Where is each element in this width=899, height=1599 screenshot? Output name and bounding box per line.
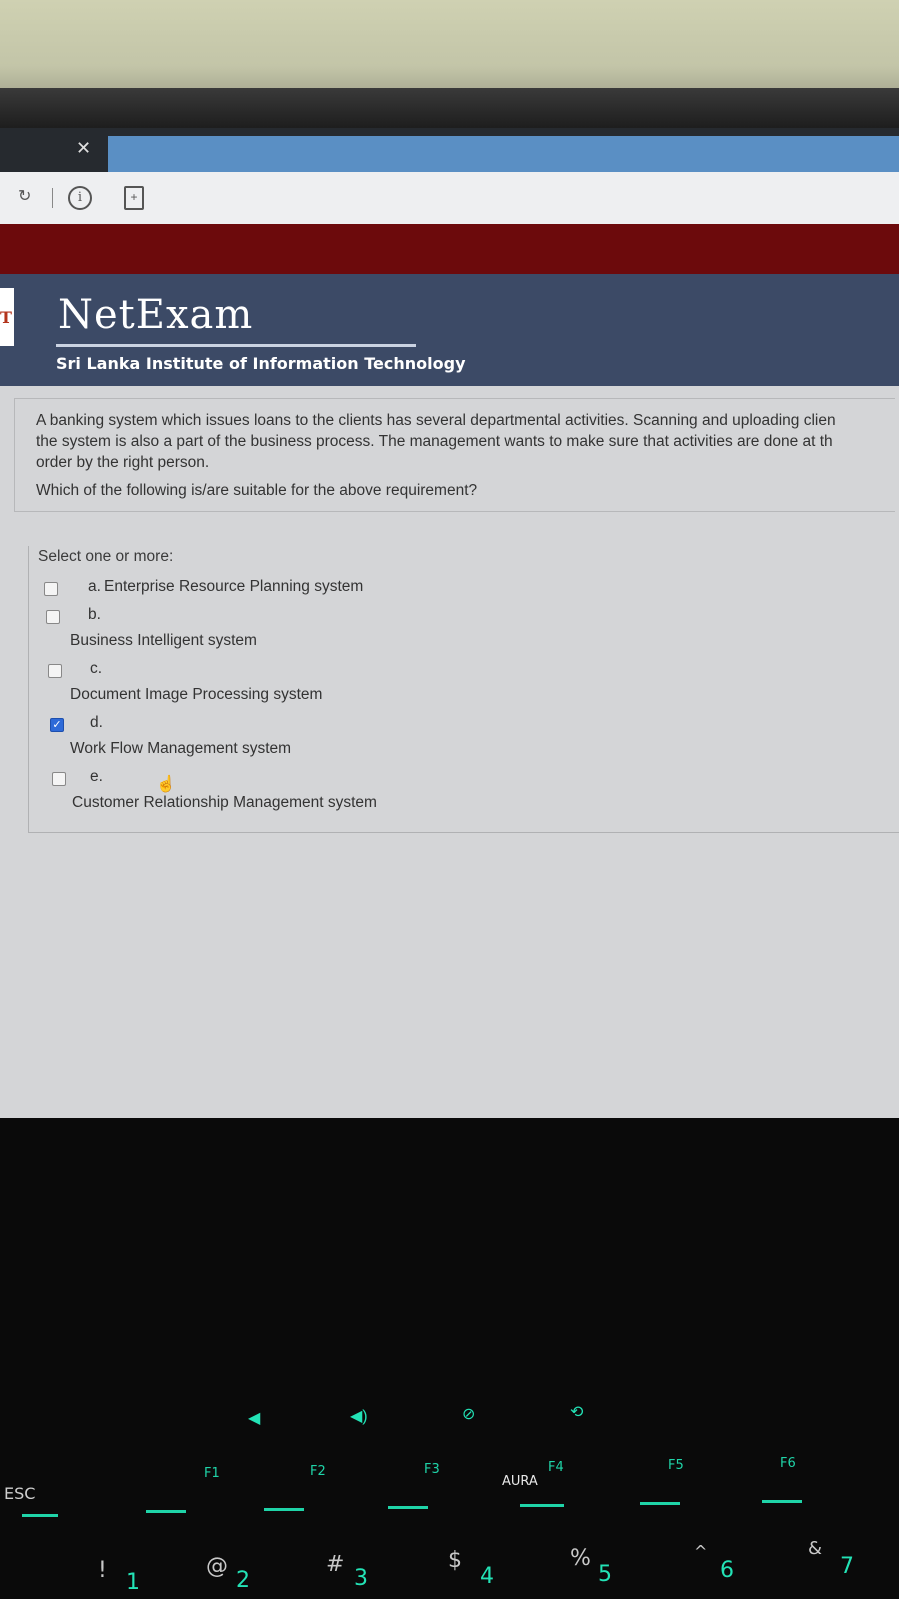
key-number[interactable]: 1 — [126, 1570, 140, 1595]
f2-key[interactable]: F2 — [310, 1464, 326, 1479]
f1-key[interactable]: F1 — [204, 1466, 220, 1481]
tab-strip: ✕ — [0, 128, 899, 172]
key-backlight — [762, 1500, 802, 1503]
brand-divider — [56, 344, 416, 347]
key-backlight — [520, 1504, 564, 1507]
checkbox-option-e[interactable] — [52, 772, 66, 786]
key-number[interactable]: 3 — [354, 1566, 368, 1591]
f3-key[interactable]: F3 — [424, 1462, 440, 1477]
add-document-icon[interactable]: + — [124, 186, 144, 210]
key-number[interactable]: 4 — [480, 1564, 494, 1589]
option-e-label[interactable]: Customer Relationship Management system — [72, 794, 377, 812]
answer-prompt: Select one or more: — [38, 548, 174, 565]
key-number[interactable]: 2 — [236, 1568, 250, 1593]
hand-cursor-icon: ☝ — [156, 776, 176, 793]
key-symbol[interactable]: # — [326, 1552, 344, 1577]
key-symbol[interactable]: % — [570, 1546, 591, 1571]
option-c-letter: c. — [90, 660, 103, 677]
key-symbol[interactable]: ^ — [694, 1542, 707, 1561]
key-backlight — [146, 1510, 186, 1513]
logo-letter: T — [0, 308, 12, 327]
refresh-icon[interactable]: ↻ — [18, 186, 31, 206]
brand-title: NetExam — [58, 292, 254, 338]
key-backlight — [640, 1502, 680, 1505]
key-symbol[interactable]: & — [808, 1538, 822, 1559]
key-number[interactable]: 6 — [720, 1558, 734, 1583]
browser-screen: ✕ ↻ i + T NetExam Sri Lanka Institute of… — [0, 128, 899, 1118]
option-c-label[interactable]: Document Image Processing system — [70, 686, 322, 704]
option-e-letter: e. — [90, 768, 103, 785]
institute-name: Sri Lanka Institute of Information Techn… — [56, 354, 466, 373]
netexam-header: T NetExam Sri Lanka Institute of Informa… — [0, 274, 899, 386]
volume-up-icon[interactable]: ◀) — [350, 1406, 368, 1426]
key-symbol[interactable]: ! — [98, 1558, 107, 1583]
key-symbol[interactable]: $ — [448, 1548, 462, 1573]
question-text: A banking system which issues loans to t… — [36, 410, 896, 473]
option-d-label[interactable]: Work Flow Management system — [70, 740, 291, 758]
option-b-letter: b. — [88, 606, 101, 623]
f5-key[interactable]: F5 — [668, 1458, 684, 1473]
checkbox-option-d[interactable]: ✓ — [50, 718, 64, 732]
key-backlight — [264, 1508, 304, 1511]
f4-key[interactable]: F4 — [548, 1460, 564, 1475]
option-d-letter: d. — [90, 714, 103, 731]
key-backlight — [388, 1506, 428, 1509]
checkbox-option-c[interactable] — [48, 664, 62, 678]
aura-sync-icon[interactable]: ⟲ — [570, 1402, 583, 1422]
question-line: A banking system which issues loans to t… — [36, 412, 836, 429]
key-number[interactable]: 7 — [840, 1554, 854, 1579]
institute-logo: T — [0, 288, 14, 346]
close-icon[interactable]: ✕ — [76, 138, 91, 159]
checkbox-option-a[interactable] — [44, 582, 58, 596]
f6-key[interactable]: F6 — [780, 1456, 796, 1471]
key-backlight — [22, 1514, 58, 1517]
esc-key[interactable]: ESC — [4, 1484, 35, 1503]
mic-mute-icon[interactable]: ⊘ — [462, 1404, 475, 1424]
quiz-content: A banking system which issues loans to t… — [0, 386, 899, 1118]
key-number[interactable]: 5 — [598, 1562, 612, 1587]
browser-toolbar: ↻ i + — [0, 172, 899, 224]
volume-down-icon[interactable]: ◀ — [248, 1408, 260, 1428]
laptop-keyboard: ◀ ◀) ⊘ ⟲ ESC F1 F2 F3 F4 AURA F5 F6 ! @ … — [0, 1118, 899, 1599]
active-tab[interactable] — [108, 136, 899, 172]
aura-label: AURA — [502, 1474, 538, 1489]
site-top-bar — [0, 224, 899, 274]
toolbar-separator — [52, 188, 53, 208]
option-b-label[interactable]: Business Intelligent system — [70, 632, 257, 650]
question-line: the system is also a part of the busines… — [36, 433, 833, 450]
key-symbol[interactable]: @ — [206, 1554, 228, 1579]
option-a-label[interactable]: Enterprise Resource Planning system — [104, 578, 363, 596]
option-a-letter: a. — [88, 578, 101, 595]
info-icon[interactable]: i — [68, 186, 92, 210]
checkbox-option-b[interactable] — [46, 610, 60, 624]
question-ask: Which of the following is/are suitable f… — [36, 482, 478, 499]
question-line: order by the right person. — [36, 454, 210, 471]
